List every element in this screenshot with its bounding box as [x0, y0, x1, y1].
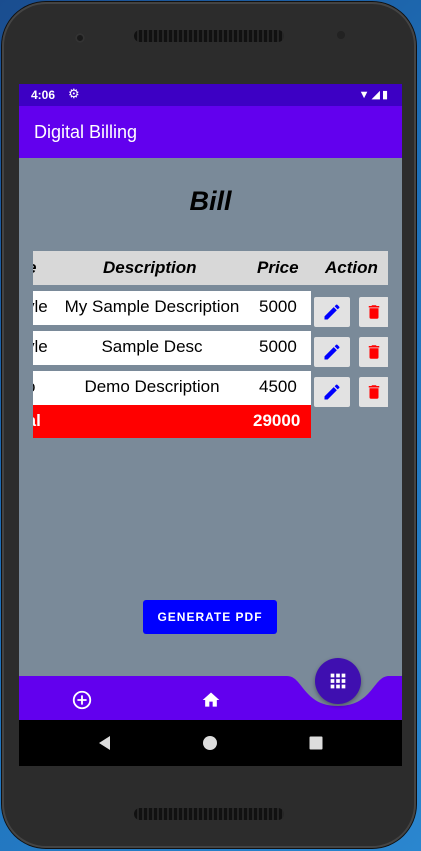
total-label: tal [33, 411, 41, 430]
edit-button[interactable] [314, 377, 350, 407]
top-speaker [134, 30, 284, 42]
row-description: Demo Description [84, 377, 220, 396]
phone-frame: 4:06 ⚙ ▼◢▮ Digital Billing Bill e Descri… [2, 2, 416, 848]
header-price: Price [257, 258, 299, 277]
delete-button[interactable] [359, 337, 388, 367]
bottom-nav-home[interactable] [198, 687, 224, 713]
nav-back-button[interactable] [89, 720, 119, 766]
system-nav-bar [19, 720, 402, 766]
fab-button[interactable] [315, 658, 361, 704]
header-name: e [33, 258, 36, 278]
bill-table: e Description Price Action yle My Sample… [33, 251, 388, 441]
bottom-nav-add[interactable] [69, 687, 95, 713]
table-row: yle My Sample Description 5000 [33, 291, 311, 325]
header-action: Action [325, 258, 378, 277]
edit-button[interactable] [314, 297, 350, 327]
bottom-speaker [134, 808, 284, 820]
table-header-row: e Description Price Action [33, 251, 388, 285]
header-description: Description [103, 258, 197, 277]
app-title: Digital Billing [34, 122, 138, 142]
delete-button[interactable] [359, 297, 388, 327]
total-value: 29000 [253, 411, 301, 430]
delete-icon [368, 385, 380, 399]
table-row: o Demo Description 4500 [33, 371, 311, 405]
nav-recents-button[interactable] [301, 720, 331, 766]
row-price: 4500 [259, 377, 297, 396]
signal-icon: ◢ [371, 89, 382, 101]
proximity-sensor [337, 31, 345, 39]
row-price: 5000 [259, 337, 297, 356]
phone-screen: 4:06 ⚙ ▼◢▮ Digital Billing Bill e Descri… [19, 84, 402, 766]
status-bar: 4:06 ⚙ ▼◢▮ [19, 84, 402, 106]
gear-icon: ⚙ [68, 86, 80, 101]
bill-title: Bill [189, 186, 232, 216]
grid-icon [330, 673, 346, 689]
wifi-icon: ▼ [358, 89, 372, 101]
nav-home-button[interactable] [195, 720, 225, 766]
app-bar: Digital Billing [19, 106, 402, 158]
status-icons: ▼◢▮ [359, 88, 390, 101]
delete-icon [368, 345, 380, 359]
edit-icon [324, 344, 340, 360]
generate-pdf-button[interactable]: GENERATE PDF [143, 600, 277, 634]
recents-icon [309, 736, 323, 750]
home-circle-icon [203, 736, 217, 750]
add-circle-icon [72, 690, 92, 710]
row-description: My Sample Description [64, 297, 240, 316]
edit-button[interactable] [314, 337, 350, 367]
status-time: 4:06 [31, 88, 56, 102]
back-icon [99, 736, 110, 750]
row-price: 5000 [259, 297, 297, 316]
table-row: yle Sample Desc 5000 [33, 331, 311, 365]
total-row: tal 29000 [33, 405, 311, 438]
main-content: Bill e Description Price Action yle My S… [19, 158, 402, 676]
delete-button[interactable] [359, 377, 388, 407]
delete-icon [368, 305, 380, 319]
front-camera [75, 33, 85, 43]
battery-icon: ▮ [381, 89, 390, 101]
edit-icon [324, 304, 340, 320]
row-description: Sample Desc [101, 337, 203, 356]
home-icon [202, 692, 220, 707]
row-name: yle [33, 337, 48, 356]
row-name: yle [33, 297, 48, 316]
row-name: o [33, 377, 35, 397]
edit-icon [324, 384, 340, 400]
